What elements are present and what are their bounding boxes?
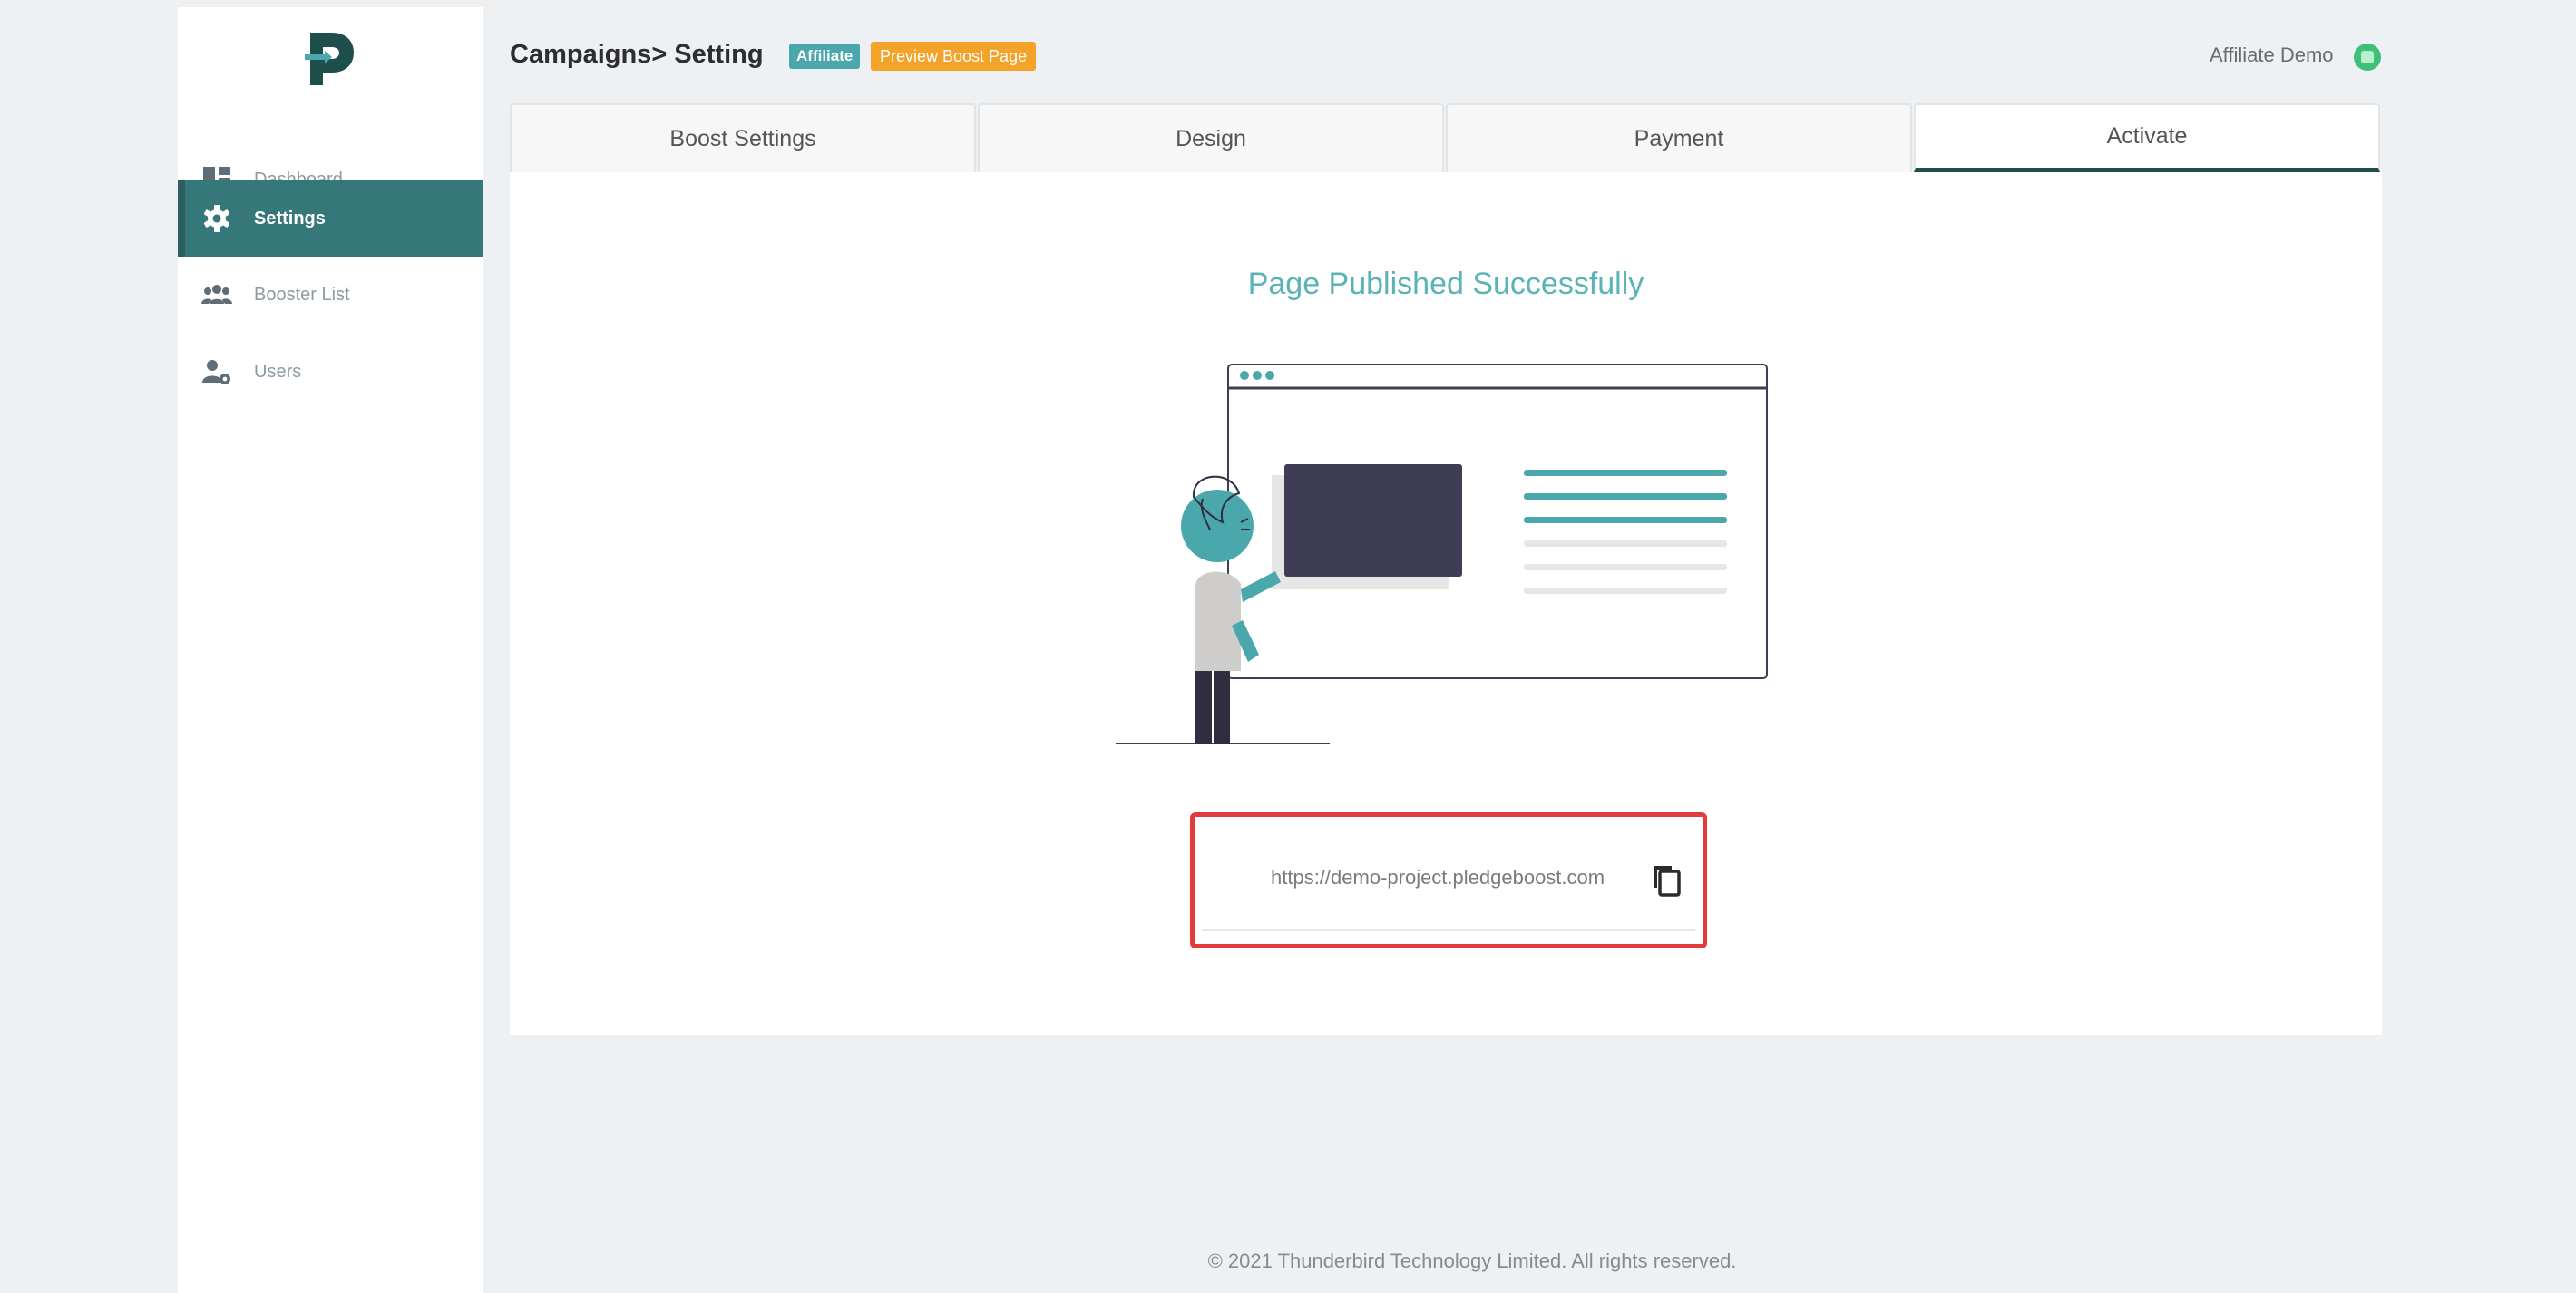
page-title: Campaigns> Setting	[510, 40, 764, 69]
preview-boost-page-button[interactable]: Preview Boost Page	[871, 42, 1037, 71]
user-name[interactable]: Affiliate Demo	[2210, 44, 2334, 67]
sidebar-item-booster-list[interactable]: Booster List	[178, 257, 483, 333]
tab-design[interactable]: Design	[978, 103, 1444, 172]
user-avatar-icon[interactable]	[2354, 44, 2381, 71]
settings-tabs: Boost Settings Design Payment Activate	[510, 103, 2382, 172]
published-url[interactable]: https://demo-project.pledgeboost.com	[1271, 866, 1605, 890]
footer-copyright: © 2021 Thunderbird Technology Limited. A…	[1207, 1249, 1737, 1272]
sidebar-item-label: Booster List	[254, 284, 350, 305]
users-group-icon	[201, 285, 232, 304]
affiliate-badge: Affiliate	[789, 44, 861, 69]
sidebar: Dashboard Settings Booster List Users	[178, 7, 483, 1293]
top-strip	[0, 0, 2576, 7]
success-message: Page Published Successfully	[1247, 267, 1644, 301]
published-page-illustration	[1116, 364, 1768, 744]
tab-payment[interactable]: Payment	[1446, 103, 1912, 172]
sidebar-item-users[interactable]: Users	[178, 334, 483, 410]
published-url-box: https://demo-project.pledgeboost.com	[1190, 812, 1707, 948]
sidebar-item-label: Settings	[254, 208, 326, 228]
tab-boost-settings[interactable]: Boost Settings	[510, 103, 976, 172]
gear-icon	[203, 205, 230, 232]
user-settings-icon	[202, 360, 230, 384]
activate-panel: Page Published Successfully https://demo…	[510, 172, 2382, 1035]
copy-icon[interactable]	[1650, 860, 1683, 897]
tab-activate[interactable]: Activate	[1914, 103, 2380, 172]
url-field[interactable]: https://demo-project.pledgeboost.com	[1202, 824, 1695, 931]
app-logo[interactable]	[305, 31, 356, 87]
sidebar-item-settings[interactable]: Settings	[178, 180, 483, 257]
sidebar-item-label: Users	[254, 361, 302, 382]
